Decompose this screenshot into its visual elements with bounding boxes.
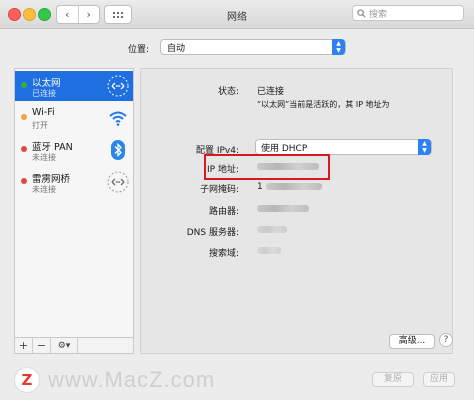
search-field[interactable]: 搜索 bbox=[352, 5, 464, 21]
status-dot-connected bbox=[21, 82, 27, 88]
wifi-icon bbox=[109, 111, 127, 126]
ip-address-value-redacted bbox=[257, 162, 319, 172]
status-label: 状态: bbox=[217, 87, 239, 97]
updown-arrows-icon: ▲ ▼ bbox=[332, 39, 345, 55]
status-dot-disconnected bbox=[21, 146, 27, 152]
configure-ipv4-select[interactable]: 使用 DHCP ▲ ▼ bbox=[255, 139, 432, 155]
revert-button[interactable]: 复原 bbox=[372, 372, 414, 387]
service-list: 以太网 已连接 Wi-Fi 打开 蓝牙 PAN 未连接 雷雳网桥 未连接 bbox=[14, 68, 134, 338]
action-menu-button[interactable]: ⚙▾ bbox=[51, 338, 78, 353]
thunderbolt-bridge-icon bbox=[107, 171, 129, 193]
service-item-ethernet[interactable]: 以太网 已连接 bbox=[15, 71, 133, 101]
location-select[interactable]: 自动 ▲ ▼ bbox=[160, 39, 346, 55]
status-dot-on bbox=[21, 114, 27, 120]
search-placeholder: 搜索 bbox=[369, 9, 388, 20]
watermark: Z www.MacZ.com bbox=[14, 366, 215, 394]
service-name: 以太网 bbox=[32, 78, 61, 89]
ip-address-label: IP 地址: bbox=[207, 165, 239, 175]
title-bar: ‹ › 网络 搜索 bbox=[0, 0, 474, 29]
service-item-wifi[interactable]: Wi-Fi 打开 bbox=[15, 103, 133, 133]
service-item-thunderbolt-bridge[interactable]: 雷雳网桥 未连接 bbox=[15, 167, 133, 197]
location-value: 自动 bbox=[167, 43, 186, 54]
service-item-bluetooth-pan[interactable]: 蓝牙 PAN 未连接 bbox=[15, 135, 133, 165]
status-value: 已连接 bbox=[257, 87, 285, 97]
service-detail-panel: 状态: 已连接 “以太网”当前是活跃的，其 IP 地址为 配置 IPv4: 使用… bbox=[140, 68, 453, 354]
bluetooth-icon bbox=[111, 140, 125, 160]
add-service-button[interactable]: + bbox=[15, 338, 33, 353]
remove-service-button[interactable]: − bbox=[33, 338, 51, 353]
service-name: Wi-Fi bbox=[32, 107, 55, 118]
dns-server-value-redacted bbox=[257, 225, 287, 235]
location-label: 位置: bbox=[128, 45, 150, 55]
help-button[interactable]: ? bbox=[439, 333, 453, 347]
advanced-button[interactable]: 高级... bbox=[389, 334, 435, 349]
service-name: 蓝牙 PAN bbox=[32, 142, 73, 153]
search-domains-label: 搜索域: bbox=[208, 249, 239, 259]
service-status: 打开 bbox=[32, 121, 48, 130]
ethernet-icon bbox=[107, 75, 129, 97]
configure-ipv4-value: 使用 DHCP bbox=[261, 143, 308, 154]
search-icon bbox=[357, 8, 366, 18]
service-list-toolbar: + − ⚙▾ bbox=[14, 338, 134, 354]
service-status: 未连接 bbox=[32, 185, 56, 194]
search-domains-value-redacted bbox=[257, 246, 281, 256]
updown-arrows-icon: ▲ ▼ bbox=[418, 139, 431, 155]
apply-button[interactable]: 应用 bbox=[423, 372, 455, 387]
service-status: 已连接 bbox=[32, 89, 56, 98]
router-label: 路由器: bbox=[208, 207, 239, 217]
network-preferences-window: ‹ › 网络 搜索 位置: 自动 ▲ ▼ 以太网 已连接 Wi-Fi 打开 蓝牙… bbox=[0, 0, 474, 400]
dns-server-label: DNS 服务器: bbox=[186, 228, 239, 238]
macz-logo: Z bbox=[14, 367, 40, 393]
status-description: “以太网”当前是活跃的，其 IP 地址为 bbox=[257, 100, 390, 109]
subnet-mask-value: 1 bbox=[257, 182, 322, 192]
status-dot-disconnected bbox=[21, 178, 27, 184]
subnet-mask-label: 子网掩码: bbox=[199, 185, 239, 195]
service-name: 雷雳网桥 bbox=[32, 174, 71, 185]
service-status: 未连接 bbox=[32, 153, 56, 162]
router-value-redacted bbox=[257, 204, 309, 214]
watermark-text: www.MacZ.com bbox=[48, 367, 216, 392]
